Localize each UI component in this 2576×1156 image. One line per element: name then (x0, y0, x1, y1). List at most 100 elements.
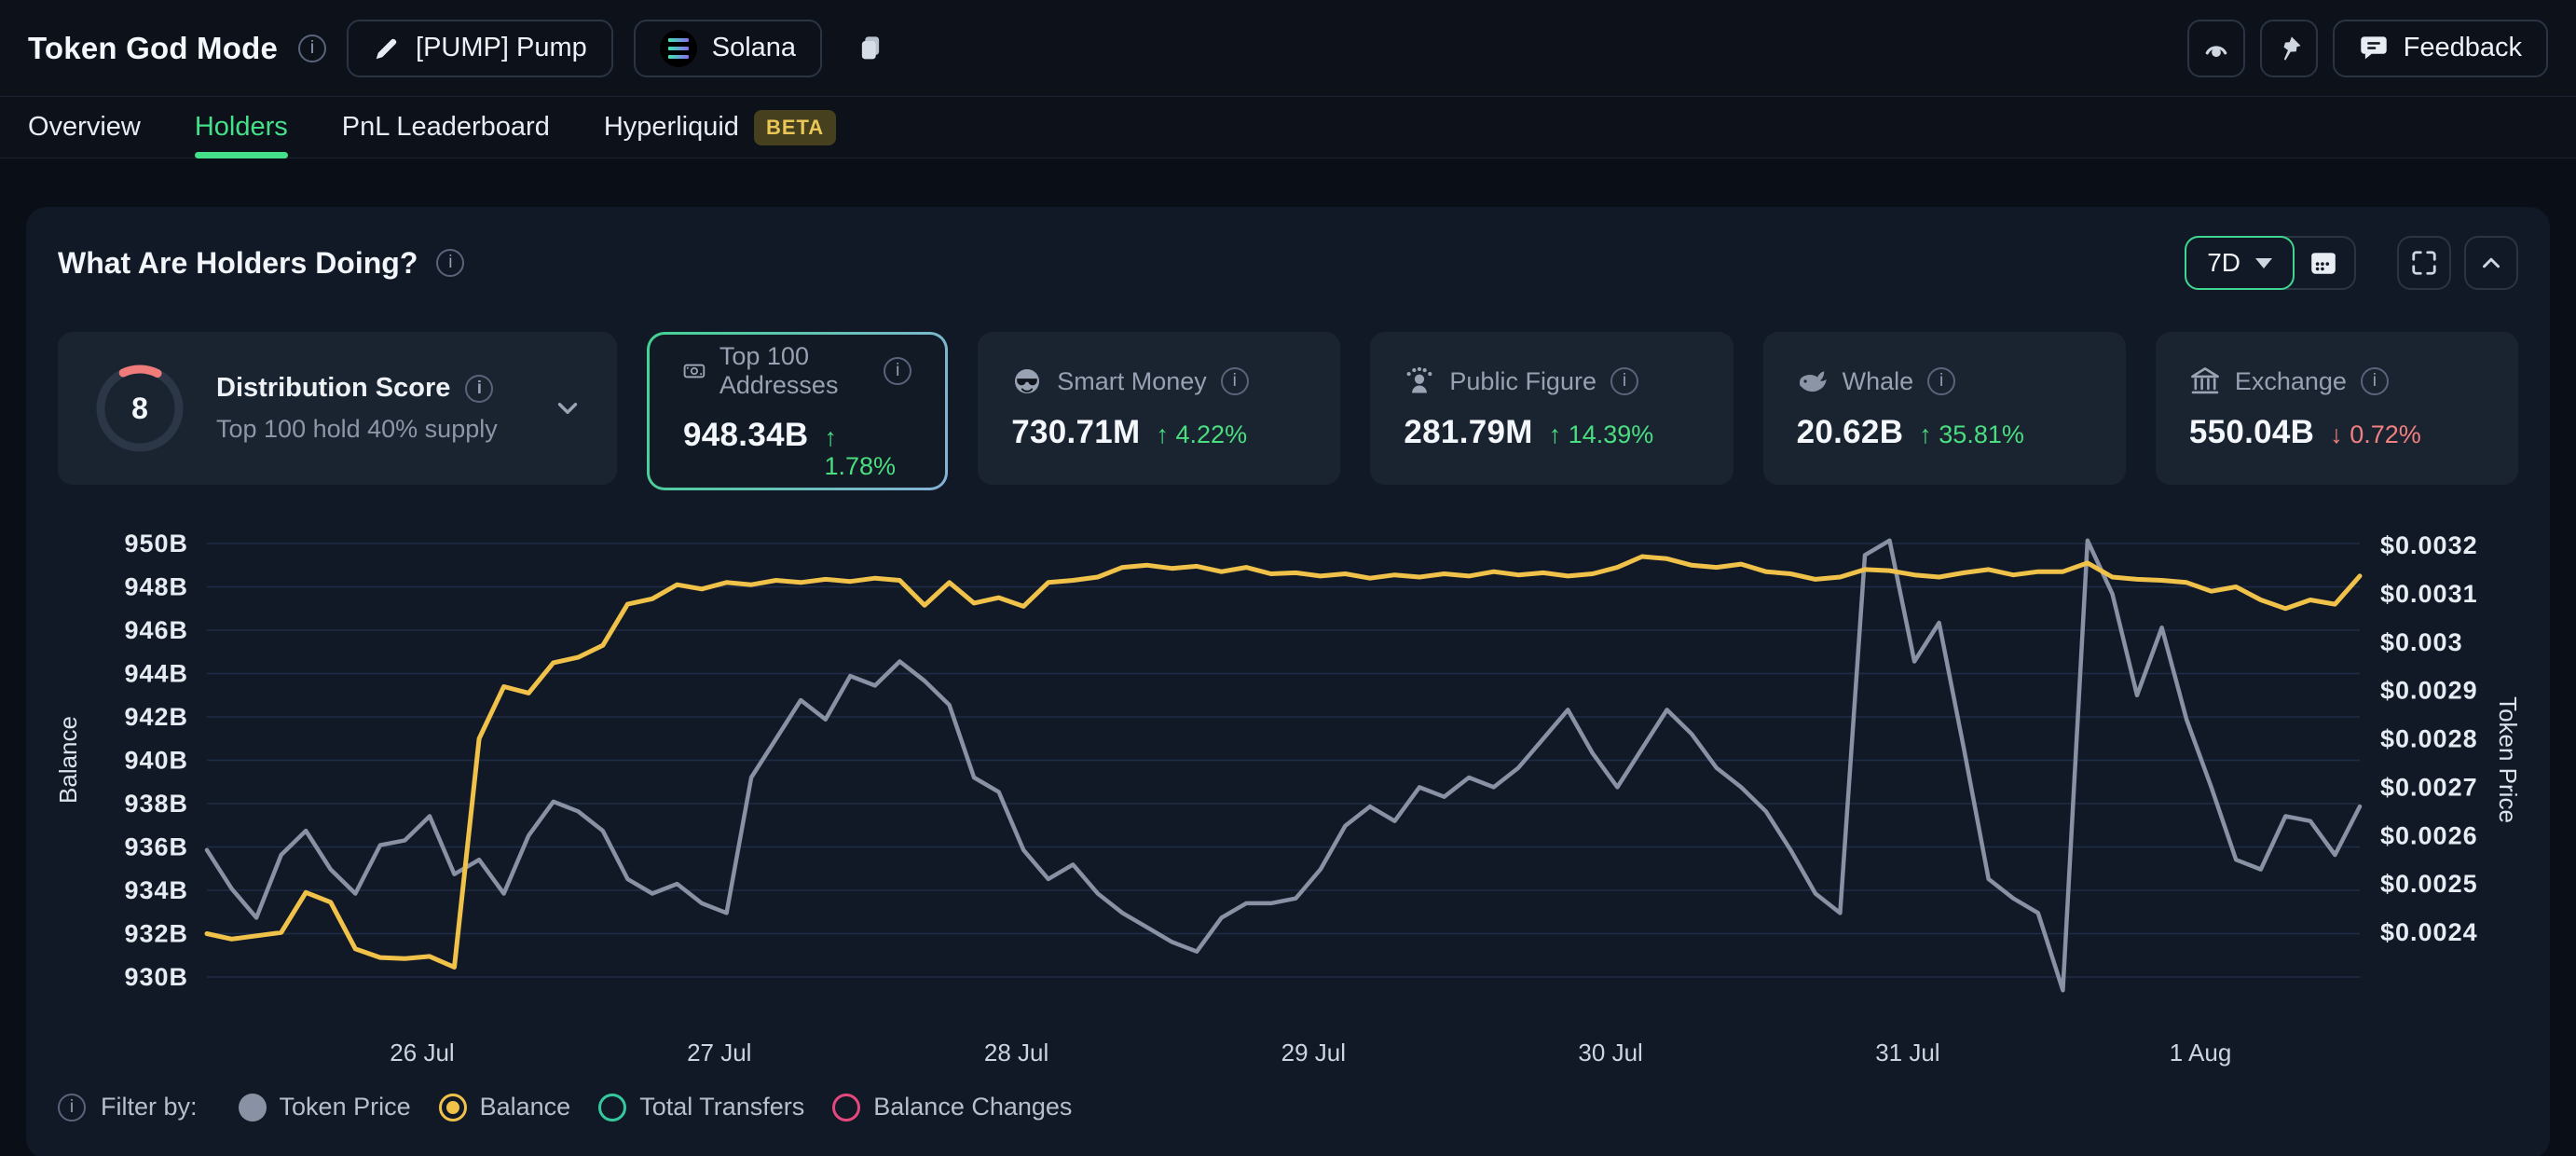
balance-swatch (439, 1094, 467, 1122)
radio-dot (446, 1101, 459, 1114)
legend-item-total-transfers[interactable]: Total Transfers (598, 1093, 804, 1122)
time-range-dropdown[interactable]: 7D (2185, 236, 2295, 290)
x-axis-tick: 27 Jul (687, 1039, 751, 1067)
pencil-icon (373, 34, 401, 62)
main-content: What Are Holders Doing? 7D (0, 158, 2576, 1156)
info-icon[interactable] (1221, 367, 1249, 395)
distribution-score-value: 8 (91, 360, 188, 457)
metric-change: ↓ 0.72% (2330, 420, 2421, 449)
solana-icon (660, 30, 697, 67)
metric-value: 730.71M (1011, 414, 1140, 451)
time-range-group: 7D (2185, 236, 2356, 290)
smart-money-card[interactable]: Smart Money 730.71M ↑ 4.22% (978, 332, 1340, 485)
left-axis-tick: 940B (124, 747, 188, 775)
caret-down-icon (2255, 258, 2272, 268)
metric-value: 281.79M (1404, 414, 1532, 451)
distribution-score-subtitle: Top 100 hold 40% supply (216, 415, 524, 444)
left-axis-tick: 930B (124, 963, 188, 991)
x-axis-tick: 28 Jul (984, 1039, 1048, 1067)
balance-changes-swatch (832, 1094, 860, 1122)
copy-address-button[interactable] (843, 20, 898, 77)
pin-button[interactable] (2260, 20, 2318, 77)
panel-title: What Are Holders Doing? (58, 246, 418, 281)
metric-change: ↑ 4.22% (1157, 420, 1248, 449)
left-axis-tick: 948B (124, 573, 188, 601)
fullscreen-button[interactable] (2397, 236, 2451, 290)
top100-addresses-card[interactable]: Top 100 Addresses 948.34B ↑ 1.78% (650, 335, 945, 488)
legend-label: Token Price (280, 1093, 411, 1122)
info-icon[interactable] (58, 1094, 86, 1122)
x-axis-tick: 29 Jul (1281, 1039, 1346, 1067)
right-axis-tick: $0.0032 (2380, 531, 2478, 559)
beta-badge: BETA (754, 110, 836, 145)
info-icon[interactable] (2361, 367, 2389, 395)
info-icon[interactable] (465, 375, 493, 403)
chat-bubble-icon (2359, 34, 2389, 63)
page-title: Token God Mode (28, 31, 278, 66)
right-axis-tick: $0.0025 (2380, 870, 2478, 898)
whale-icon (1797, 365, 1829, 397)
legend-item-balance-changes[interactable]: Balance Changes (832, 1093, 1072, 1122)
holders-chart-svg[interactable]: 950B948B946B944B942B940B938B936B934B932B… (58, 524, 2518, 1083)
metric-title: Top 100 Addresses (719, 342, 870, 400)
feedback-label: Feedback (2404, 33, 2522, 63)
holders-chart[interactable]: 950B948B946B944B942B940B938B936B934B932B… (58, 524, 2518, 1083)
left-axis-tick: 938B (124, 790, 188, 818)
left-axis-tick: 944B (124, 660, 188, 688)
eye-icon (2200, 33, 2232, 64)
x-axis-tick: 30 Jul (1578, 1039, 1642, 1067)
fullscreen-icon (2410, 249, 2438, 277)
right-axis-tick: $0.0031 (2380, 580, 2478, 608)
info-icon[interactable] (1927, 367, 1955, 395)
tab-pnl-leaderboard[interactable]: PnL Leaderboard (342, 97, 550, 158)
left-axis-tick: 934B (124, 876, 188, 904)
metric-title: Public Figure (1449, 367, 1596, 396)
metric-value: 948.34B (683, 417, 808, 454)
chain-select-button[interactable]: Solana (634, 20, 822, 77)
stat-cards-row: 8 Distribution Score Top 100 hold 40% su… (58, 332, 2518, 490)
info-icon[interactable] (1610, 367, 1638, 395)
legend-item-token-price[interactable]: Token Price (239, 1093, 411, 1122)
tab-hyperliquid[interactable]: Hyperliquid BETA (604, 97, 836, 158)
distribution-score-title: Distribution Score (216, 373, 450, 404)
left-axis-tick: 942B (124, 703, 188, 731)
calendar-button[interactable] (2293, 238, 2354, 288)
info-icon[interactable] (298, 34, 326, 62)
token-price-line (207, 541, 2360, 990)
calendar-icon (2309, 248, 2338, 278)
holders-panel: What Are Holders Doing? 7D (26, 207, 2550, 1156)
info-icon[interactable] (436, 249, 464, 277)
right-axis-tick: $0.0026 (2380, 821, 2478, 849)
distribution-score-card[interactable]: 8 Distribution Score Top 100 hold 40% su… (58, 332, 617, 485)
right-axis-tick: $0.0027 (2380, 773, 2478, 801)
public-figure-card[interactable]: Public Figure 281.79M ↑ 14.39% (1370, 332, 1733, 485)
smart-money-icon (1011, 365, 1043, 397)
top100-card-selected-border: Top 100 Addresses 948.34B ↑ 1.78% (647, 332, 948, 490)
whale-card[interactable]: Whale 20.62B ↑ 35.81% (1763, 332, 2126, 485)
public-figure-icon (1404, 365, 1435, 397)
exchange-card[interactable]: Exchange 550.04B ↓ 0.72% (2156, 332, 2518, 485)
legend-item-balance[interactable]: Balance (439, 1093, 571, 1122)
token-price-swatch (239, 1094, 267, 1122)
metric-change: ↑ 1.78% (824, 423, 911, 481)
chart-filter-legend: Filter by: Token Price Balance Total Tra… (58, 1093, 2518, 1122)
token-select-button[interactable]: [PUMP] Pump (347, 20, 613, 77)
left-axis-title: Balance (58, 716, 82, 804)
left-axis-tick: 946B (124, 616, 188, 644)
app-header: Token God Mode [PUMP] Pump Solana (0, 0, 2576, 97)
metric-change: ↑ 14.39% (1549, 420, 1654, 449)
metric-change: ↑ 35.81% (1919, 420, 2024, 449)
tab-overview[interactable]: Overview (28, 97, 141, 158)
right-axis-title: Token Price (2494, 696, 2518, 823)
info-icon[interactable] (884, 357, 911, 385)
legend-label: Balance Changes (873, 1093, 1072, 1122)
right-axis-tick: $0.003 (2380, 628, 2463, 656)
collapse-button[interactable] (2464, 236, 2518, 290)
metric-value: 20.62B (1797, 414, 1904, 451)
watch-button[interactable] (2187, 20, 2245, 77)
metric-value: 550.04B (2189, 414, 2314, 451)
chevron-down-icon[interactable] (552, 392, 583, 424)
tab-holders[interactable]: Holders (195, 97, 288, 158)
x-axis-tick: 31 Jul (1875, 1039, 1939, 1067)
feedback-button[interactable]: Feedback (2333, 20, 2548, 77)
